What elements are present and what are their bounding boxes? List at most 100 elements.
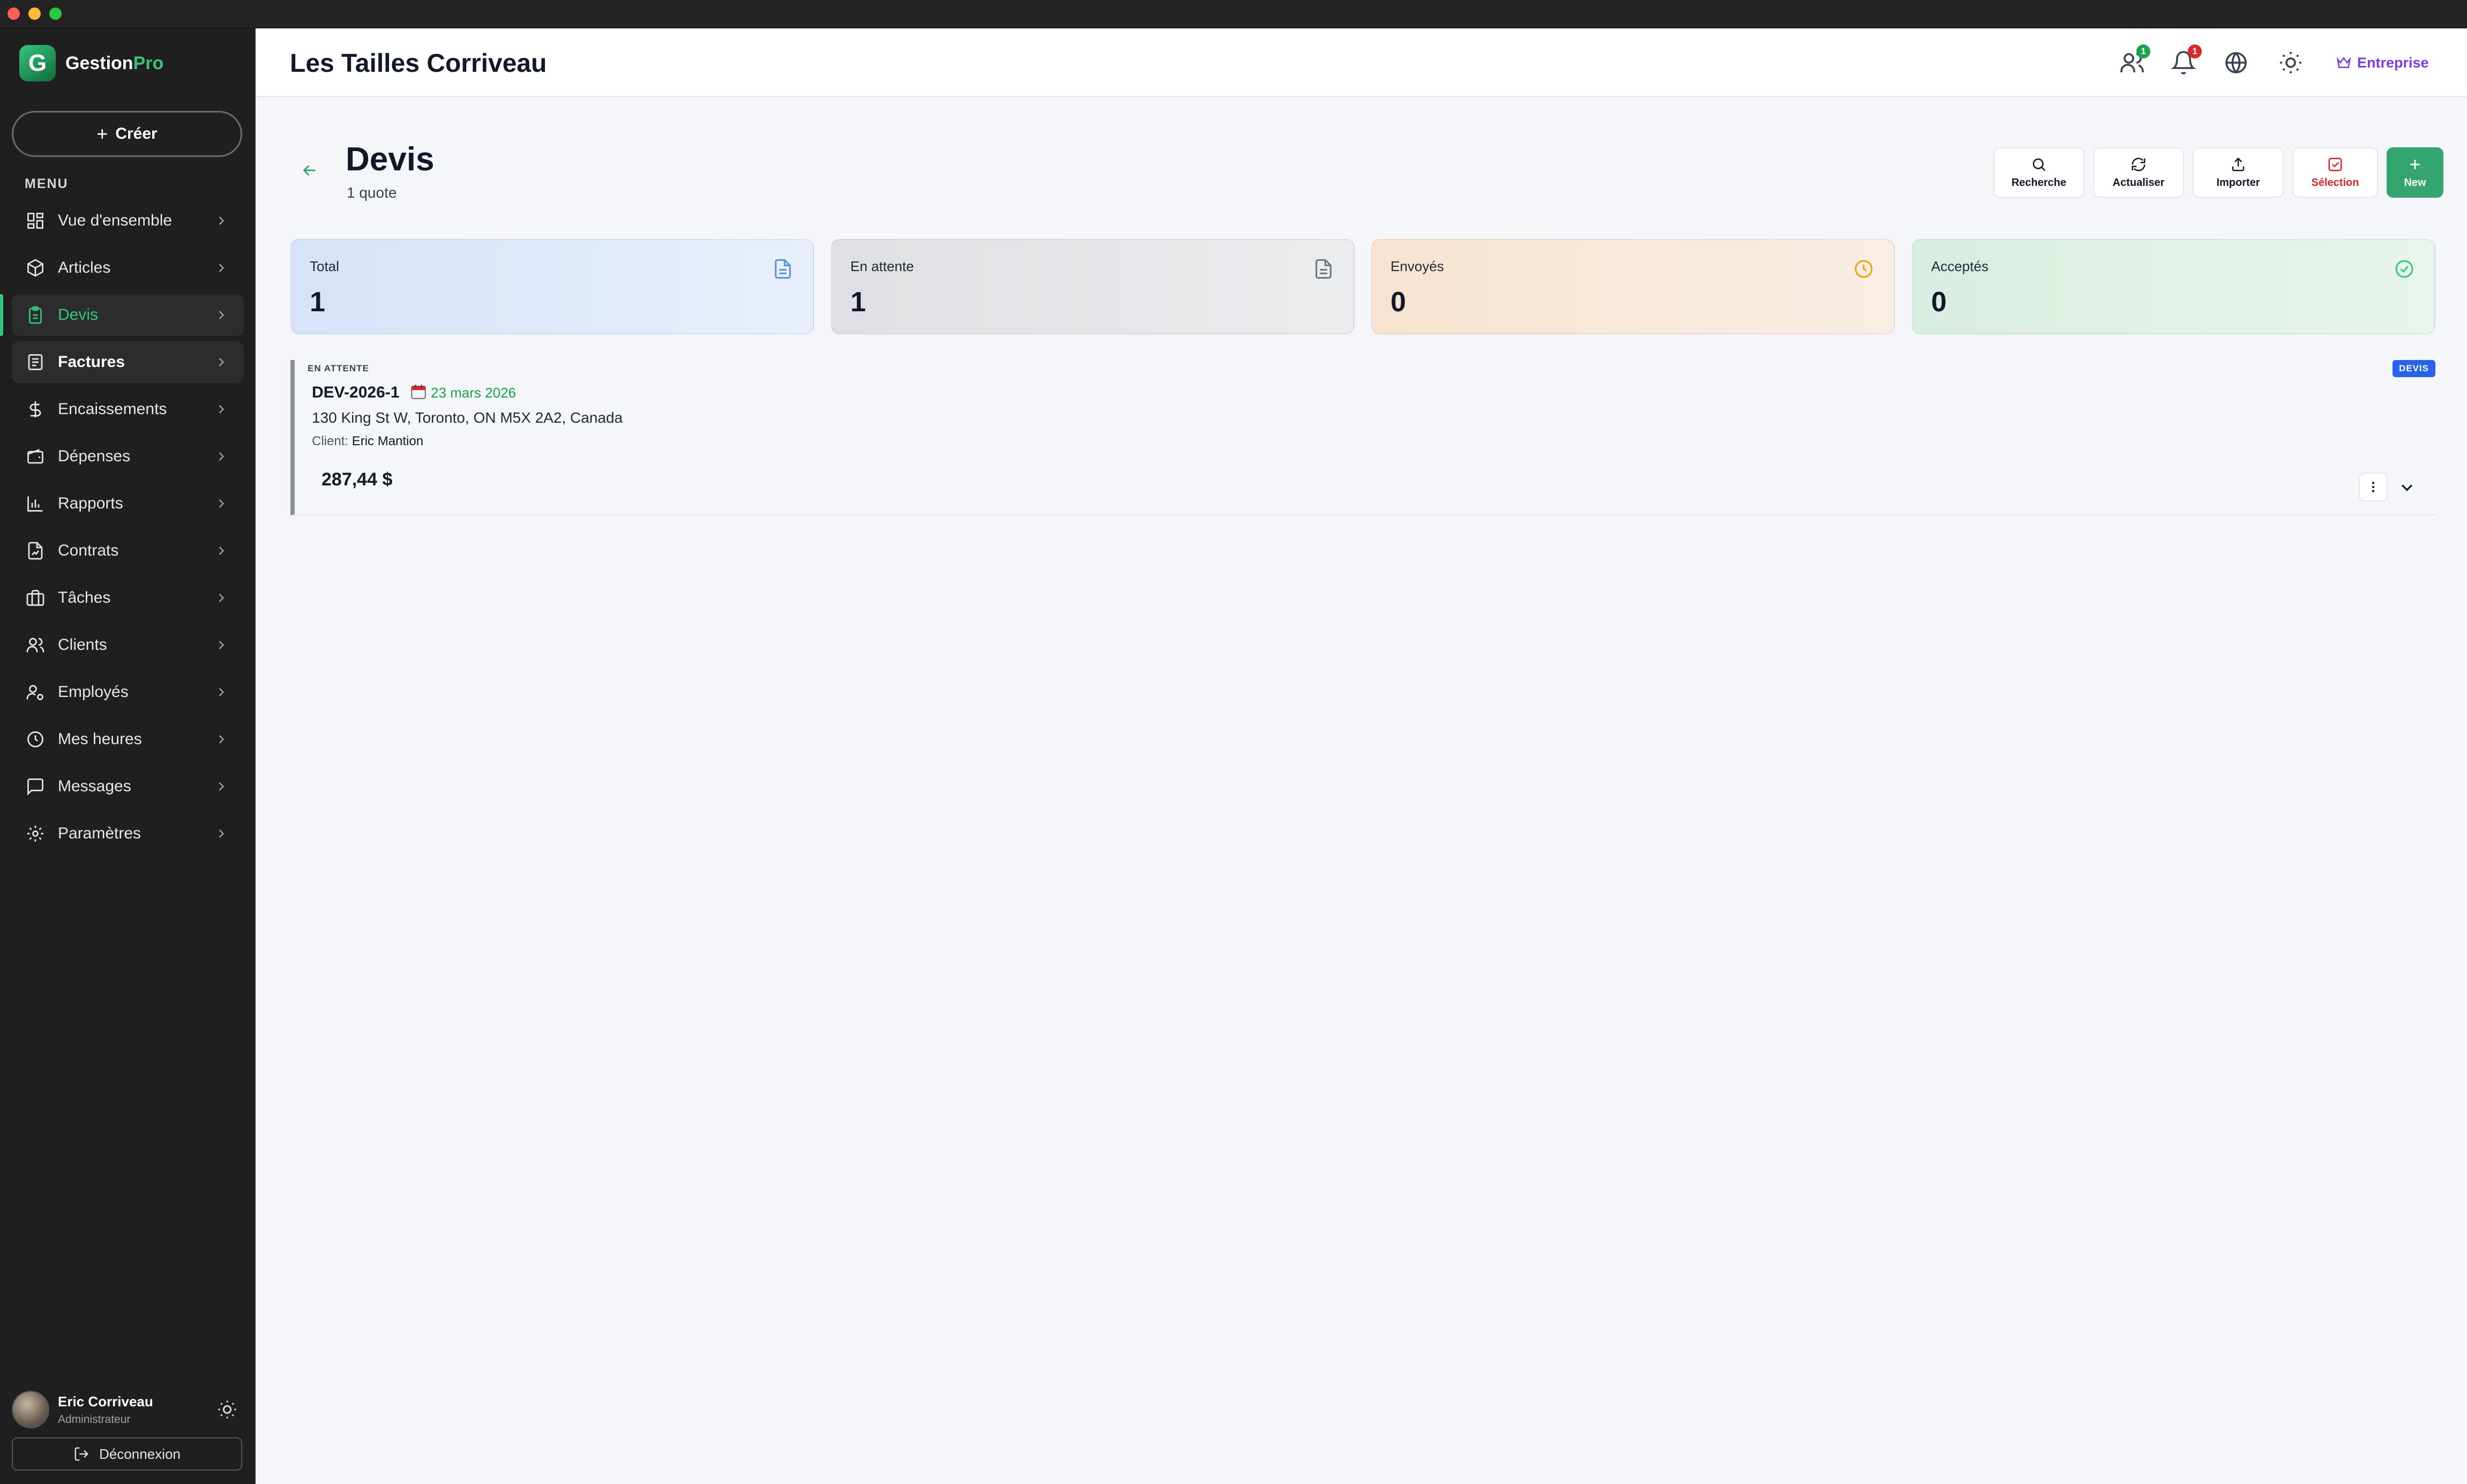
plus-icon: + [96,123,108,145]
dashboard-icon [25,210,46,231]
stat-label: Total [310,258,339,274]
chevron-right-icon [219,452,225,461]
window-close-button[interactable] [8,8,20,20]
notifications-button[interactable]: 1 [2171,44,2202,76]
sidebar-item-contrats[interactable]: Contrats [12,530,244,572]
search-button[interactable]: Recherche [1993,147,2084,198]
avatar [12,1391,49,1428]
new-quote-button[interactable]: New [2387,147,2443,198]
crown-icon [2336,57,2351,68]
chevron-down-icon[interactable] [2397,478,2417,497]
sidebar-item-vue-ensemble[interactable]: Vue d'ensemble [12,200,244,242]
invoice-icon [25,351,46,373]
window-titlebar [0,0,2467,28]
settings-icon [25,823,46,844]
sidebar-item-factures[interactable]: Factures [12,341,244,383]
contract-icon [25,540,46,561]
top-header: Les Tailles Corriveau 1 1 Entreprise [256,28,2467,97]
sidebar-item-clients[interactable]: Clients [12,624,244,666]
chevron-right-icon [219,311,225,319]
brand[interactable]: G GestionPro [19,44,163,82]
quote-address: 130 King St W, Toronto, ON M5X 2A2, Cana… [312,409,623,426]
sidebar-item-devis[interactable]: Devis [0,294,244,336]
dollar-icon [25,399,46,420]
package-icon [25,257,46,279]
create-button[interactable]: + Créer [12,111,242,157]
stat-card-total[interactable]: Total 1 [290,239,814,334]
team-button[interactable]: 1 [2119,44,2150,76]
import-button[interactable]: Importer [2193,147,2284,198]
sidebar-item-encaissements[interactable]: Encaissements [12,388,244,430]
check-circle-icon [2395,260,2413,278]
sidebar-item-parametres[interactable]: Paramètres [12,813,244,855]
sidebar-item-mes-heures[interactable]: Mes heures [12,718,244,760]
language-button[interactable] [2223,50,2249,76]
stat-label: En attente [850,258,914,274]
plus-icon [2410,159,2420,169]
quote-number[interactable]: DEV-2026-1 [312,384,399,402]
theme-toggle-sun-icon[interactable] [216,1399,238,1420]
user-role: Administrateur [58,1413,131,1426]
sidebar-item-taches[interactable]: Tâches [12,577,244,619]
selection-button-label: Sélection [2311,176,2359,189]
stat-label: Acceptés [1931,258,1988,274]
quote-card[interactable]: EN ATTENTE DEVIS DEV-2026-1 23 mars 2026… [290,360,2435,515]
wallet-icon [25,446,46,467]
page-title: Devis [346,141,435,178]
quote-type-badge: DEVIS [2392,360,2435,377]
company-name: Les Tailles Corriveau [290,49,547,78]
sidebar-item-label: Dépenses [58,447,131,465]
client-label: Client: [312,434,349,448]
sidebar-item-label: Vue d'ensemble [58,212,173,229]
chevron-right-icon [219,546,225,555]
globe-icon [2225,52,2247,73]
sidebar-item-label: Articles [58,259,111,276]
selection-button[interactable]: Sélection [2292,147,2378,198]
stat-card-sent[interactable]: Envoyés 0 [1371,239,1895,334]
sidebar-item-employes[interactable]: Employés [12,671,244,713]
back-arrow-icon[interactable] [300,161,319,180]
notification-badge: 1 [2188,44,2202,58]
theme-toggle-button[interactable] [2278,50,2304,76]
stat-value: 1 [850,287,866,318]
import-button-label: Importer [2216,176,2260,189]
stat-card-pending[interactable]: En attente 1 [831,239,1355,334]
plan-badge[interactable]: Entreprise [2336,52,2429,73]
brand-logo-icon: G [19,45,56,81]
chevron-right-icon [219,641,225,649]
quote-status: EN ATTENTE [308,363,369,373]
window-zoom-button[interactable] [49,8,62,20]
refresh-icon [2132,158,2145,171]
stat-card-accepted[interactable]: Acceptés 0 [1912,239,2435,334]
sidebar-item-rapports[interactable]: Rapports [12,483,244,524]
bar-chart-icon [25,493,46,514]
quote-client: Client: Eric Mantion [312,434,423,449]
logout-button[interactable]: Déconnexion [12,1437,242,1471]
chevron-right-icon [219,499,225,508]
stat-value: 0 [1391,287,1406,318]
brand-name: GestionPro [65,53,163,74]
new-button-label: New [2404,176,2426,189]
sidebar-item-label: Clients [58,636,107,654]
sidebar-item-label: Rapports [58,494,123,512]
stat-value: 0 [1931,287,1947,318]
chevron-right-icon [219,735,225,744]
upload-icon [2232,157,2245,171]
sidebar-item-messages[interactable]: Messages [12,766,244,807]
calendar-icon [411,385,426,399]
logout-label: Déconnexion [99,1445,181,1462]
sidebar-item-depenses[interactable]: Dépenses [12,436,244,477]
sidebar-item-label: Mes heures [58,730,142,748]
clipboard-icon [25,304,46,326]
sun-icon [2280,52,2301,73]
sidebar-item-label: Factures [58,353,125,371]
window-minimize-button[interactable] [28,8,41,20]
sidebar-item-articles[interactable]: Articles [12,247,244,289]
search-icon [2032,158,2046,171]
sidebar-item-label: Contrats [58,542,119,559]
chevron-right-icon [219,782,225,791]
refresh-button[interactable]: Actualiser [2093,147,2184,198]
logout-icon [74,1447,88,1461]
more-options-button[interactable] [2359,473,2388,501]
user-profile[interactable]: Eric Corriveau Administrateur [12,1388,242,1431]
